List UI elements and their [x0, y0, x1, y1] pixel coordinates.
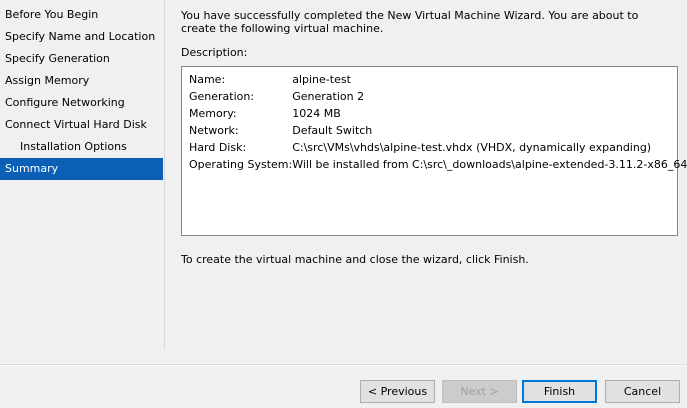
nav-step-configure-networking[interactable]: Configure Networking	[0, 92, 163, 114]
summary-value: 1024 MB	[292, 107, 341, 120]
summary-key: Network:	[189, 124, 239, 137]
summary-value: Default Switch	[292, 124, 373, 137]
summary-value: alpine-test	[292, 73, 351, 86]
summary-row-memory: Memory: 1024 MB	[189, 105, 687, 122]
summary-key: Memory:	[189, 107, 237, 120]
summary-value: C:\src\VMs\vhds\alpine-test.vhdx (VHDX, …	[292, 141, 652, 154]
summary-key: Operating System:	[189, 158, 293, 171]
summary-key: Hard Disk:	[189, 141, 247, 154]
intro-text: You have successfully completed the New …	[181, 9, 639, 35]
nav-step-connect-virtual-hard-disk[interactable]: Connect Virtual Hard Disk	[0, 114, 163, 136]
nav-step-specify-name-and-location[interactable]: Specify Name and Location	[0, 26, 163, 48]
cancel-button[interactable]: Cancel	[605, 380, 680, 403]
previous-button[interactable]: < Previous	[360, 380, 435, 403]
summary-table: Name: alpine-test Generation: Generation…	[189, 71, 687, 173]
description-label: Description:	[181, 46, 248, 59]
description-box[interactable]: Name: alpine-test Generation: Generation…	[181, 66, 687, 236]
summary-key: Generation:	[189, 90, 255, 103]
summary-value: Will be installed from C:\src\_downloads…	[292, 158, 687, 171]
nav-step-summary[interactable]: Summary	[0, 158, 163, 180]
summary-row-network: Network: Default Switch	[189, 122, 687, 139]
summary-row-hard-disk: Hard Disk: C:\src\VMs\vhds\alpine-test.v…	[189, 139, 687, 156]
summary-row-name: Name: alpine-test	[189, 71, 687, 88]
finish-button[interactable]: Finish	[522, 380, 597, 403]
footer-divider-highlight	[0, 365, 687, 366]
summary-content: You have successfully completed the New …	[181, 9, 673, 59]
wizard-step-list: Before You Begin Specify Name and Locati…	[0, 4, 163, 180]
summary-row-generation: Generation: Generation 2	[189, 88, 687, 105]
nav-step-installation-options[interactable]: Installation Options	[0, 136, 163, 158]
nav-divider	[164, 0, 165, 350]
summary-value: Generation 2	[292, 90, 365, 103]
nav-step-before-you-begin[interactable]: Before You Begin	[0, 4, 163, 26]
summary-key: Name:	[189, 73, 226, 86]
nav-step-specify-generation[interactable]: Specify Generation	[0, 48, 163, 70]
next-button[interactable]: Next >	[442, 380, 517, 403]
summary-row-operating-system: Operating System: Will be installed from…	[189, 156, 687, 173]
nav-step-assign-memory[interactable]: Assign Memory	[0, 70, 163, 92]
finish-instruction: To create the virtual machine and close …	[181, 253, 529, 266]
